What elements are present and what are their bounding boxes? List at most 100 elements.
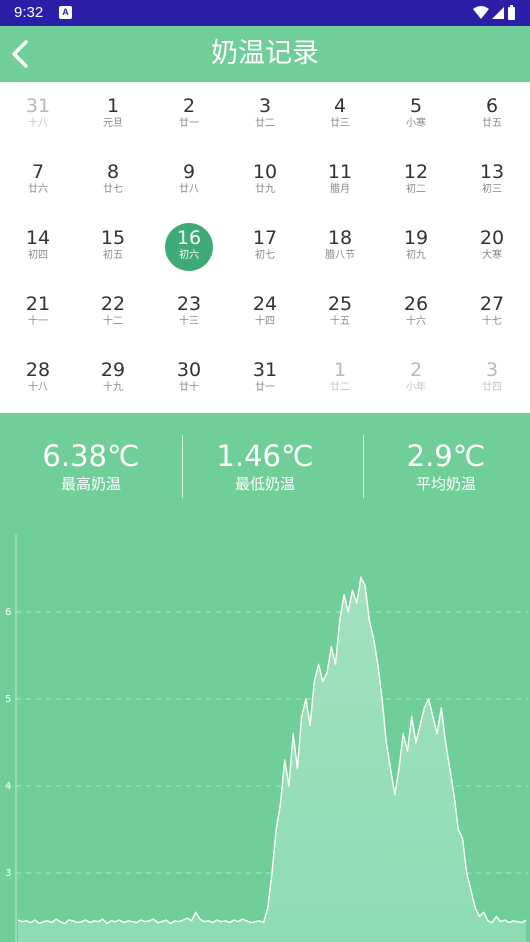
calendar-day-lunar: 腊八节 xyxy=(325,250,355,261)
calendar-day-number: 15 xyxy=(100,227,126,249)
calendar-day-lunar: 廿六 xyxy=(28,184,48,195)
calendar-day[interactable]: 1 元旦 xyxy=(75,82,151,148)
calendar-day-lunar: 廿九 xyxy=(255,184,275,195)
calendar-day[interactable]: 31 十八 xyxy=(0,82,76,148)
calendar-day-number: 5 xyxy=(409,95,423,117)
calendar-day[interactable]: 3 廿四 xyxy=(454,346,530,412)
calendar-day[interactable]: 27 十七 xyxy=(454,280,530,346)
calendar-day-number: 26 xyxy=(403,293,429,315)
calendar-day-number: 21 xyxy=(25,293,51,315)
calendar-day-lunar: 初三 xyxy=(482,184,502,195)
min-temp-label: 最低奶温 xyxy=(234,475,295,493)
calendar-day[interactable]: 16 初六 xyxy=(151,214,227,280)
max-temp-stat: 6.38℃ 最高奶温 xyxy=(0,413,182,508)
min-temp-stat: 1.46℃ 最低奶温 xyxy=(174,413,356,508)
calendar-day-number: 4 xyxy=(333,95,347,117)
calendar-day-lunar: 十九 xyxy=(103,382,123,393)
signal-icon xyxy=(492,7,504,19)
avg-temp-value: 2.9℃ xyxy=(406,439,486,473)
page-title: 奶温记录 xyxy=(211,38,319,69)
calendar-day[interactable]: 13 初三 xyxy=(454,148,530,214)
calendar-day-number: 25 xyxy=(327,293,353,315)
calendar-day[interactable]: 5 小寒 xyxy=(378,82,454,148)
calendar-day[interactable]: 29 十九 xyxy=(75,346,151,412)
calendar-day[interactable]: 15 初五 xyxy=(75,214,151,280)
calendar-day-number: 17 xyxy=(252,227,278,249)
calendar-day[interactable]: 1 廿二 xyxy=(302,346,378,412)
calendar-day-lunar: 廿四 xyxy=(482,382,502,393)
calendar-day[interactable]: 10 廿九 xyxy=(227,148,303,214)
calendar-day-number: 31 xyxy=(25,95,51,117)
calendar-day[interactable]: 14 初四 xyxy=(0,214,76,280)
y-tick-label: 3 xyxy=(5,868,11,879)
wifi-icon xyxy=(473,6,489,19)
temperature-area xyxy=(18,577,526,942)
calendar-day-lunar: 廿二 xyxy=(330,382,350,393)
calendar-day-number: 13 xyxy=(479,161,505,183)
stats-panel: 6.38℃ 最高奶温 1.46℃ 最低奶温 2.9℃ 平均奶温 xyxy=(0,413,530,508)
calendar-day[interactable]: 21 十一 xyxy=(0,280,76,346)
calendar-day-number: 9 xyxy=(182,161,196,183)
calendar-day-lunar: 廿五 xyxy=(482,118,502,129)
calendar-day-lunar: 小年 xyxy=(406,382,426,393)
calendar-day[interactable]: 2 廿一 xyxy=(151,82,227,148)
back-arrow-icon xyxy=(12,40,28,68)
calendar-day-lunar: 十五 xyxy=(330,316,350,327)
calendar-day[interactable]: 30 廿十 xyxy=(151,346,227,412)
calendar-day-lunar: 小寒 xyxy=(406,118,426,129)
calendar-day[interactable]: 4 廿三 xyxy=(302,82,378,148)
calendar-day[interactable]: 3 廿二 xyxy=(227,82,303,148)
calendar-day-lunar: 廿二 xyxy=(255,118,275,129)
calendar-day-lunar: 廿八 xyxy=(179,184,199,195)
calendar-day[interactable]: 11 腊月 xyxy=(302,148,378,214)
calendar-day-lunar: 元旦 xyxy=(103,118,123,129)
min-temp-value: 1.46℃ xyxy=(216,439,314,473)
calendar-day[interactable]: 26 十六 xyxy=(378,280,454,346)
calendar-day-lunar: 十八 xyxy=(28,382,48,393)
calendar-grid: 31 十八 1 元旦 2 廿一 3 廿二 4 廿三 5 小寒 6 廿五 7 廿六 8 廿七 9 廿八 10 廿九 11 腊月 1… xyxy=(0,82,530,413)
calendar-day[interactable]: 25 十五 xyxy=(302,280,378,346)
avg-temp-label: 平均奶温 xyxy=(415,475,476,493)
calendar-day[interactable]: 7 廿六 xyxy=(0,148,76,214)
calendar-day[interactable]: 19 初九 xyxy=(378,214,454,280)
calendar-day[interactable]: 20 大寒 xyxy=(454,214,530,280)
calendar-day[interactable]: 6 廿五 xyxy=(454,82,530,148)
battery-icon xyxy=(508,5,515,20)
calendar-day-number: 8 xyxy=(106,161,120,183)
calendar-day-lunar: 十一 xyxy=(28,316,48,327)
calendar-day-number: 6 xyxy=(485,95,499,117)
calendar-day[interactable]: 22 十二 xyxy=(75,280,151,346)
calendar-day-number: 30 xyxy=(176,359,202,381)
calendar-day-number: 10 xyxy=(252,161,278,183)
calendar-day-number: 27 xyxy=(479,293,505,315)
calendar-day-lunar: 廿十 xyxy=(179,382,199,393)
calendar-day-lunar: 初四 xyxy=(28,250,48,261)
calendar-day-number: 12 xyxy=(403,161,429,183)
calendar-day-lunar: 初二 xyxy=(406,184,426,195)
calendar-day[interactable]: 17 初七 xyxy=(227,214,303,280)
calendar-day-number: 2 xyxy=(182,95,196,117)
calendar-day-number: 11 xyxy=(327,161,353,183)
calendar-day[interactable]: 31 廿一 xyxy=(227,346,303,412)
calendar-day[interactable]: 18 腊八节 xyxy=(302,214,378,280)
calendar-day-number: 14 xyxy=(25,227,51,249)
calendar-day-lunar: 十六 xyxy=(406,316,426,327)
calendar-day[interactable]: 9 廿八 xyxy=(151,148,227,214)
calendar-day-lunar: 十二 xyxy=(103,316,123,327)
calendar-day-number: 22 xyxy=(100,293,126,315)
back-button[interactable] xyxy=(2,30,46,78)
calendar-day-lunar: 初九 xyxy=(406,250,426,261)
status-time: 9:32 xyxy=(14,4,44,21)
calendar-day-number: 24 xyxy=(252,293,278,315)
notification-icon: A xyxy=(59,6,72,19)
max-temp-value: 6.38℃ xyxy=(42,439,140,473)
calendar-day[interactable]: 23 十三 xyxy=(151,280,227,346)
y-tick-label: 6 xyxy=(5,607,11,618)
calendar-day[interactable]: 2 小年 xyxy=(378,346,454,412)
calendar-day[interactable]: 12 初二 xyxy=(378,148,454,214)
calendar-day-number: 18 xyxy=(327,227,353,249)
calendar-day[interactable]: 8 廿七 xyxy=(75,148,151,214)
calendar-day[interactable]: 24 十四 xyxy=(227,280,303,346)
calendar-day[interactable]: 28 十八 xyxy=(0,346,76,412)
calendar-day-lunar: 十四 xyxy=(255,316,275,327)
